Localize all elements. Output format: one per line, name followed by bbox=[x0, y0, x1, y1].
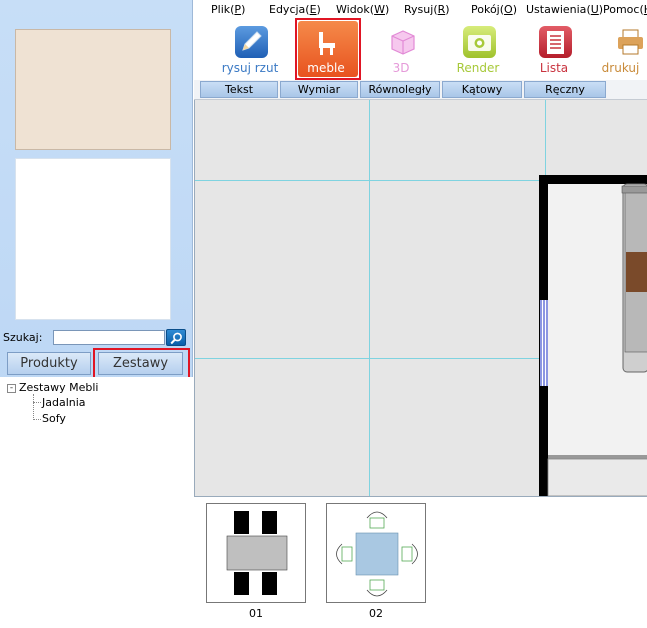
search-input[interactable] bbox=[53, 330, 165, 345]
set-thumbnail-02[interactable] bbox=[326, 503, 426, 603]
tree-expander-icon[interactable]: - bbox=[7, 384, 16, 393]
sets-tree: - Zestawy Mebli Jadalnia Sofy bbox=[0, 377, 193, 628]
tab-rownolegly[interactable]: Równoległy bbox=[360, 81, 440, 98]
set-thumbnail-01[interactable] bbox=[206, 503, 306, 603]
produkty-button[interactable]: Produkty bbox=[7, 352, 91, 375]
tree-item-sofy[interactable]: Sofy bbox=[42, 412, 66, 425]
tree-connector bbox=[33, 402, 41, 403]
list-icon bbox=[539, 26, 572, 58]
tree-item-jadalnia[interactable]: Jadalnia bbox=[42, 396, 86, 409]
menu-ustawienia[interactable]: Ustawienia(U) bbox=[526, 3, 603, 16]
printer-icon bbox=[618, 29, 643, 55]
render-button[interactable]: Render bbox=[443, 18, 513, 78]
3d-button[interactable]: 3D bbox=[366, 18, 436, 78]
search-button[interactable] bbox=[166, 329, 186, 346]
menu-pomoc[interactable]: Pomoc(H) bbox=[603, 3, 647, 16]
tree-item-zestawy-mebli[interactable]: - Zestawy Mebli bbox=[7, 381, 98, 394]
cube-icon bbox=[391, 30, 415, 55]
set-thumbnail-label: 02 bbox=[369, 607, 383, 620]
tab-tekst[interactable]: Tekst bbox=[200, 81, 278, 98]
menu-plik[interactable]: Plik(P) bbox=[211, 3, 245, 16]
camera-icon bbox=[463, 26, 496, 58]
dining-set-image bbox=[336, 511, 418, 597]
drukuj-label: drukuj bbox=[601, 61, 640, 75]
menu-widok[interactable]: Widok(W) bbox=[336, 3, 389, 16]
tree-connector bbox=[33, 394, 34, 420]
search-label: Szukaj: bbox=[3, 331, 43, 344]
sets-gallery: 01 02 bbox=[194, 496, 647, 628]
menu-bar: Plik(P) Edycja(E) Widok(W) Rysuj(R) Pokó… bbox=[194, 0, 647, 18]
tab-wymiar-liniowy[interactable]: Wymiar Liniowy bbox=[280, 81, 358, 111]
menu-rysuj[interactable]: Rysuj(R) bbox=[404, 3, 450, 16]
drukuj-button[interactable]: drukuj bbox=[594, 18, 647, 78]
zestawy-highlight-box bbox=[93, 348, 190, 379]
menu-edycja[interactable]: Edycja(E) bbox=[269, 3, 321, 16]
3d-label: 3D bbox=[392, 61, 410, 75]
product-details-panel bbox=[15, 158, 171, 320]
pencil-icon bbox=[235, 26, 268, 58]
product-preview bbox=[15, 29, 171, 150]
left-panel: Szukaj: Produkty Zestawy - Zestawy Mebli … bbox=[0, 0, 193, 628]
lista-button[interactable]: Lista bbox=[519, 18, 589, 78]
dimension-toolbar: Tekst Wymiar Liniowy Równoległy Kątowy R… bbox=[194, 80, 647, 111]
render-label: Render bbox=[456, 61, 500, 75]
set-thumbnail-label: 01 bbox=[249, 607, 263, 620]
lista-label: Lista bbox=[539, 61, 569, 75]
tab-katowy[interactable]: Kątowy bbox=[442, 81, 522, 98]
dining-set-image bbox=[226, 511, 288, 595]
rysuj-rzut-label: rysuj rzut bbox=[221, 61, 279, 75]
tree-connector bbox=[33, 419, 41, 420]
rysuj-rzut-button[interactable]: rysuj rzut bbox=[215, 18, 285, 78]
search-icon bbox=[170, 332, 182, 345]
tree-root-label: Zestawy Mebli bbox=[19, 381, 99, 394]
tab-reczny[interactable]: Ręczny bbox=[524, 81, 606, 98]
meble-highlight-box bbox=[295, 18, 361, 80]
floor-plan-canvas[interactable] bbox=[194, 100, 647, 496]
room-drawing bbox=[539, 175, 647, 496]
search-row: Szukaj: bbox=[0, 326, 193, 348]
menu-pokoj[interactable]: Pokój(O) bbox=[471, 3, 517, 16]
